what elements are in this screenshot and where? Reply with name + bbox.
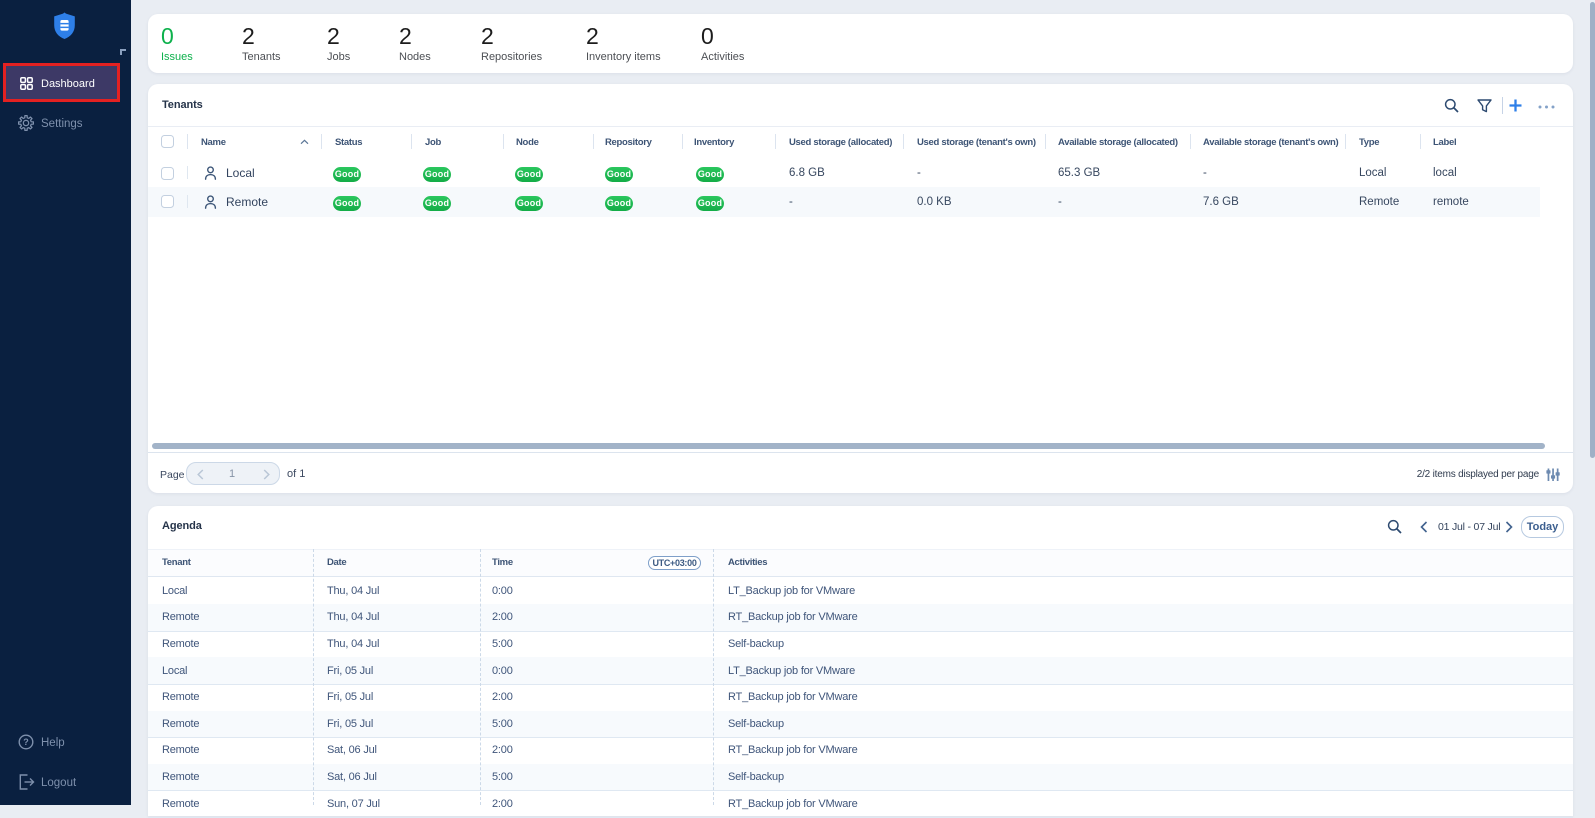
svg-text:?: ? <box>23 737 29 747</box>
